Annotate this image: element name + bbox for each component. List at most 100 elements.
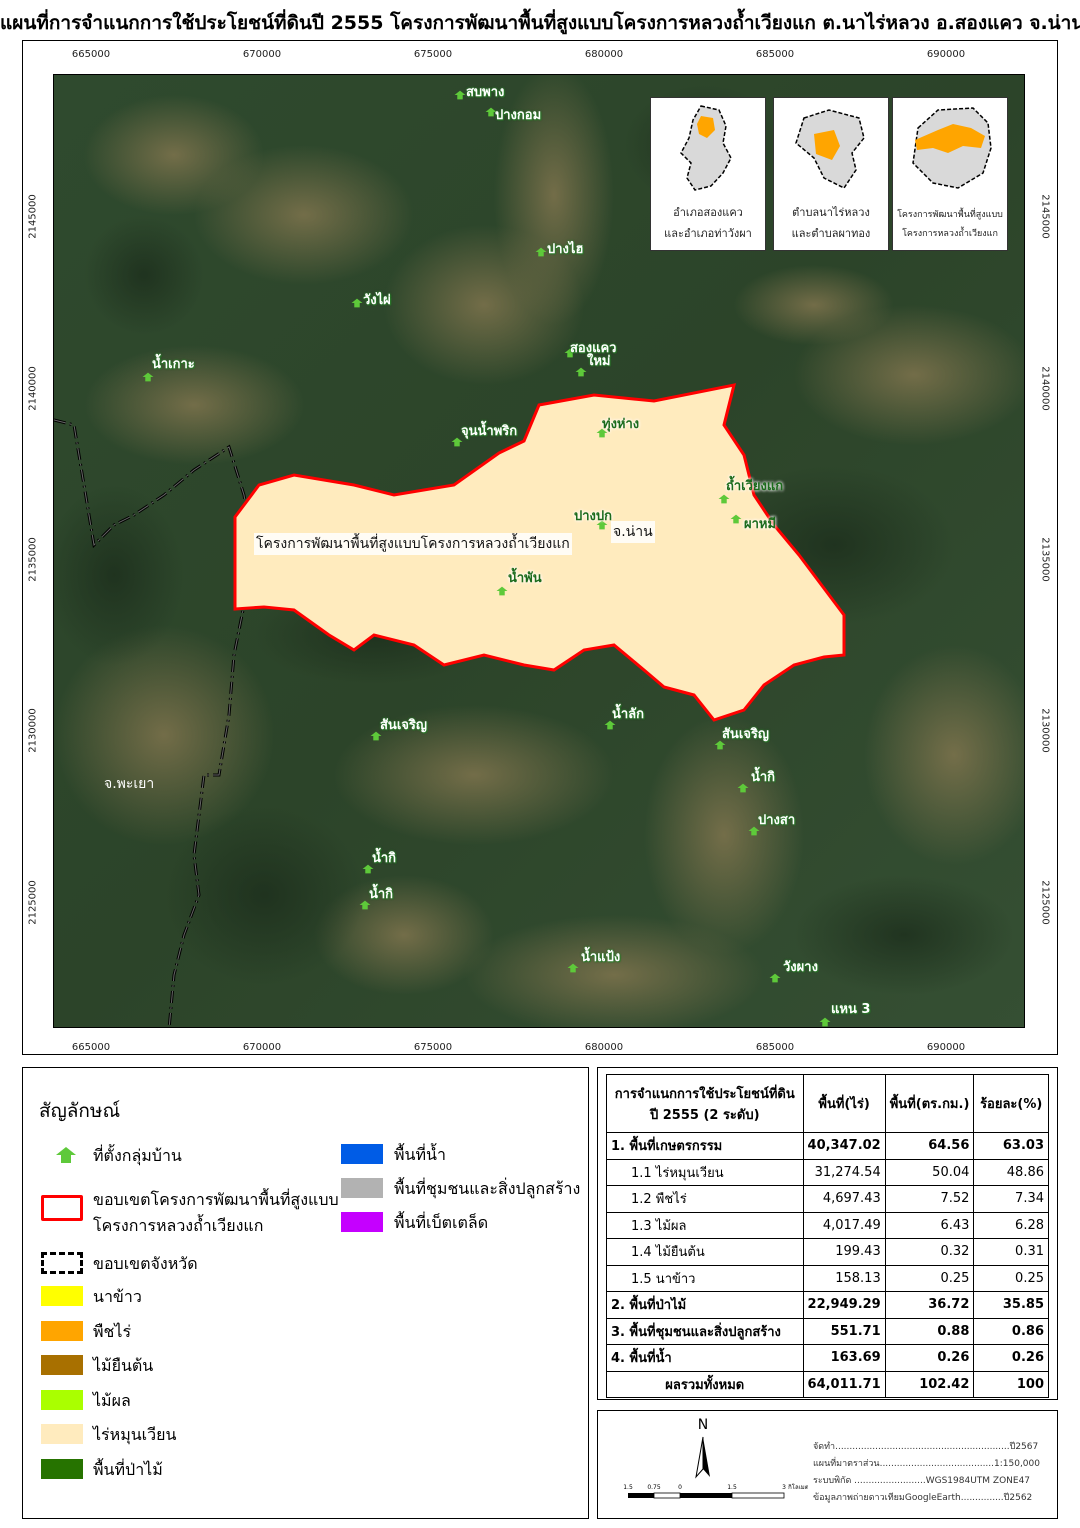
village-marker-icon[interactable] xyxy=(567,962,579,974)
village-marker-icon[interactable] xyxy=(575,366,587,378)
village-label: สบพาง xyxy=(466,85,505,100)
cell-pct: 35.85 xyxy=(973,1291,1049,1319)
village-label: จุนน้ำพริก xyxy=(461,424,518,439)
village-label: น้ำกิ xyxy=(372,851,397,866)
cell-pct: 63.03 xyxy=(973,1132,1049,1160)
x-tick-bottom: 670000 xyxy=(242,1042,282,1053)
cell-sqkm: 6.43 xyxy=(884,1211,975,1239)
legend-class-label: ไม้ผล xyxy=(93,1390,131,1410)
scale-label: 1.5 xyxy=(727,1484,737,1491)
y-tick-right: 2125000 xyxy=(1039,880,1051,925)
village-label: แหน 3 xyxy=(831,1002,871,1017)
village-label: ทุ่งห่าง xyxy=(602,417,640,432)
legend-project-boundary-line1: ขอบเขตโครงการพัฒนาพื้นที่สูงแบบ xyxy=(93,1190,339,1209)
cell-sqkm: 50.04 xyxy=(884,1158,975,1186)
land-use-table: การจำแนกการใช้ประโยชน์ที่ดิน ปี 2555 (2 … xyxy=(606,1074,1049,1398)
legend-class-label: พื้นที่เบ็ตเตล็ด xyxy=(394,1213,489,1232)
cell-pct: 0.26 xyxy=(973,1344,1049,1372)
total-pct: 100 xyxy=(973,1370,1049,1398)
inset-subdistrict[interactable]: ตำบลนาไร่หลวง และตำบลผาทอง xyxy=(773,97,889,251)
cell-rai: 158.13 xyxy=(802,1264,886,1292)
total-label: ผลรวมทั้งหมด xyxy=(606,1370,804,1398)
header-pct: ร้อยละ(%) xyxy=(973,1074,1049,1133)
legend-class-label: พื้นที่ชุมชนและสิ่งปลูกสร้าง xyxy=(394,1179,581,1198)
legend-swatch xyxy=(41,1320,83,1341)
project-label: โครงการพัฒนาพื้นที่สูงแบบโครงการหลวงถ้ำเ… xyxy=(254,533,572,555)
cell-rai: 4,017.49 xyxy=(802,1211,886,1239)
north-arrow-icon: N xyxy=(695,1417,710,1479)
y-tick-left: 2125000 xyxy=(27,880,39,925)
info-imagery: ข้อมูลภาพถ่ายดาวเทียมGoogleEarth........… xyxy=(813,1493,1033,1503)
info-coord: ระบบพิกัด .........................WGS19… xyxy=(813,1476,1031,1486)
y-tick-right: 2135000 xyxy=(1039,537,1051,582)
cell-label: 2. พื้นที่ป่าไม้ xyxy=(606,1291,804,1319)
legend-project-boundary-line2: โครงการหลวงถ้ำเวียงแก xyxy=(93,1216,264,1235)
legend-swatch xyxy=(41,1389,83,1410)
village-marker-icon[interactable] xyxy=(454,89,466,101)
x-tick-bottom: 665000 xyxy=(71,1042,111,1053)
y-tick-left: 2135000 xyxy=(27,537,39,582)
x-tick-top: 665000 xyxy=(71,49,111,60)
y-tick-right: 2130000 xyxy=(1039,708,1051,753)
cell-pct: 6.28 xyxy=(973,1211,1049,1239)
info-made: จัดทำ...................................… xyxy=(813,1442,1039,1452)
inset-subdistrict-line2: และตำบลผาทอง xyxy=(791,227,871,240)
y-tick-left: 2140000 xyxy=(27,366,39,411)
inset-district[interactable]: อำเภอสองแคว และอำเภอท่าวังผา xyxy=(650,97,766,251)
header-class: การจำแนกการใช้ประโยชน์ที่ดิน ปี 2555 (2 … xyxy=(606,1074,804,1133)
x-tick-bottom: 675000 xyxy=(413,1042,453,1053)
village-marker-icon[interactable] xyxy=(351,297,363,309)
village-marker-icon[interactable] xyxy=(496,585,508,597)
village-marker-icon[interactable] xyxy=(769,972,781,984)
table-row: 1.3 ไม้ผล 4,017.49 6.43 6.28 xyxy=(606,1211,1049,1239)
cell-label: 4. พื้นที่น้ำ xyxy=(606,1344,804,1372)
village-marker-icon[interactable] xyxy=(737,782,749,794)
north-letter: N xyxy=(698,1417,708,1433)
scale-label: 3 xyxy=(782,1484,786,1491)
table-total-row: ผลรวมทั้งหมด 64,011.71 102.42 100 xyxy=(606,1370,1049,1398)
info-scale: แผนที่มาตราส่วน.........................… xyxy=(813,1459,1040,1469)
y-tick-right: 2145000 xyxy=(1039,194,1051,239)
cell-sqkm: 0.25 xyxy=(884,1264,975,1292)
x-tick-top: 685000 xyxy=(755,49,795,60)
inset-project-line2: โครงการหลวงถ้ำเวียงแก xyxy=(902,229,998,239)
map-canvas[interactable]: อำเภอสองแคว และอำเภอท่าวังผา ตำบลนาไร่หล… xyxy=(53,74,1025,1028)
village-marker-icon[interactable] xyxy=(535,246,547,258)
cell-label: 1.4 ไม้ยืนต้น xyxy=(606,1238,804,1266)
x-tick-top: 690000 xyxy=(926,49,966,60)
y-tick-right: 2140000 xyxy=(1039,366,1051,411)
cell-sqkm: 36.72 xyxy=(884,1291,975,1319)
header-sqkm: พื้นที่(ตร.กม.) xyxy=(884,1074,975,1133)
x-tick-bottom: 685000 xyxy=(755,1042,795,1053)
village-label: ปางปก xyxy=(574,509,613,524)
cell-sqkm: 0.88 xyxy=(884,1317,975,1345)
scale-label: 0.75 xyxy=(647,1484,661,1491)
x-tick-bottom: 680000 xyxy=(584,1042,624,1053)
village-label: น้ำกิ xyxy=(369,887,394,902)
x-tick-top: 670000 xyxy=(242,49,282,60)
village-marker-icon[interactable] xyxy=(730,513,742,525)
legend-swatch xyxy=(341,1178,383,1198)
village-label: ถ้ำเวียงแก xyxy=(726,479,784,494)
header-rai: พื้นที่(ไร่) xyxy=(802,1074,886,1133)
cell-sqkm: 0.26 xyxy=(884,1344,975,1372)
cell-label: 1.5 นาข้าว xyxy=(606,1264,804,1292)
table-row: 1.4 ไม้ยืนต้น 199.43 0.32 0.31 xyxy=(606,1238,1049,1266)
y-tick-left: 2130000 xyxy=(27,708,39,753)
legend-province-boundary-swatch xyxy=(41,1252,83,1274)
scale-label: กิโลเมตร xyxy=(788,1483,808,1491)
x-tick-bottom: 690000 xyxy=(926,1042,966,1053)
village-label: น้ำกิ xyxy=(751,770,776,785)
village-marker-icon[interactable] xyxy=(819,1016,831,1028)
total-sqkm: 102.42 xyxy=(884,1370,975,1398)
cell-pct: 0.31 xyxy=(973,1238,1049,1266)
cell-pct: 7.34 xyxy=(973,1185,1049,1213)
land-use-table-box: การจำแนกการใช้ประโยชน์ที่ดิน ปี 2555 (2 … xyxy=(597,1067,1058,1400)
inset-project[interactable]: โครงการพัฒนาพื้นที่สูงแบบ โครงการหลวงถ้ำ… xyxy=(892,97,1008,251)
cell-pct: 0.25 xyxy=(973,1264,1049,1292)
scale-label: 0 xyxy=(678,1484,682,1491)
scale-label: 1.5 xyxy=(623,1484,633,1491)
village-label: น้ำเกาะ xyxy=(152,357,195,372)
cell-rai: 40,347.02 xyxy=(802,1132,886,1160)
cell-label: 1.3 ไม้ผล xyxy=(606,1211,804,1239)
